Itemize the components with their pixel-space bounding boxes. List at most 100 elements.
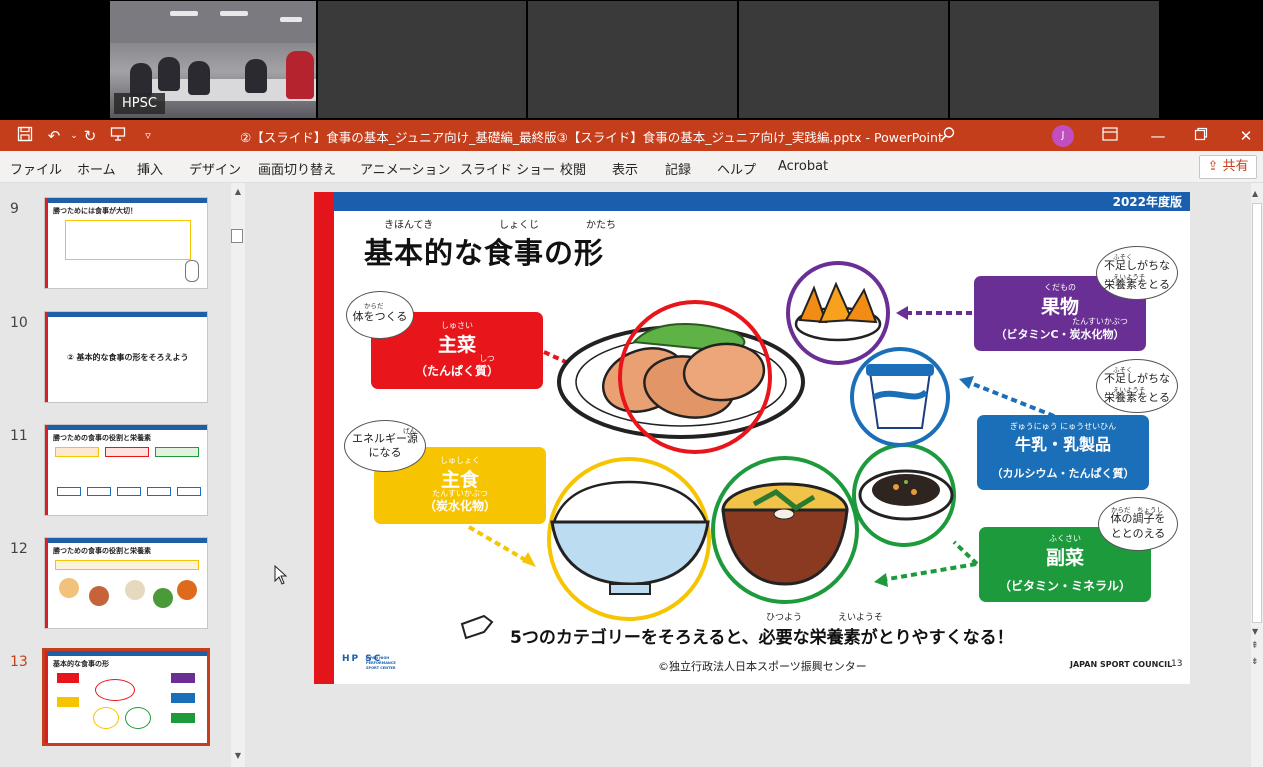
bubble-fruit-need: ふそく 不足しがちな えいようそ 栄養素をとる (1096, 246, 1178, 300)
page-number: 13 (1171, 659, 1183, 669)
previous-slide-icon[interactable]: ⇞ (1251, 641, 1259, 651)
thumbnail-row[interactable]: 12 勝つための食事の役割と栄養素 (0, 535, 232, 631)
tab-transitions[interactable]: 画面切り替え (258, 159, 336, 178)
thumb-category-box (57, 673, 79, 683)
thumbnail-row[interactable]: 11 勝つための食事の役割と栄養素 (0, 422, 232, 518)
thumb-food-image (125, 580, 145, 600)
participant-video-empty[interactable] (950, 1, 1159, 118)
tab-help[interactable]: ヘルプ (717, 159, 756, 178)
restore-icon[interactable] (1191, 126, 1211, 146)
scroll-up-icon[interactable]: ▲ (233, 187, 243, 197)
category-name: 牛乳・乳製品 (1014, 435, 1111, 454)
tab-design[interactable]: デザイン (189, 159, 241, 178)
thumb-food-image (93, 707, 119, 729)
slide-thumbnail[interactable]: 勝つためには食事が大切！ (44, 197, 208, 289)
bubble-energy: げん エネルギー源 になる (344, 420, 426, 472)
ribbon-display-options-icon[interactable] (1100, 126, 1120, 146)
bubble-condition: からだ ちょうし 体の調子を ととのえる (1098, 497, 1178, 551)
next-slide-icon[interactable]: ⇟ (1251, 657, 1259, 667)
tab-slideshow[interactable]: スライド ショー (460, 159, 555, 178)
tab-animations[interactable]: アニメーション (360, 159, 450, 178)
logo-text: JAPAN HIGH PERFORMANCE SPORT CENTER (366, 656, 396, 670)
thumb-content-box (55, 447, 99, 457)
participant-video-empty[interactable] (318, 1, 526, 118)
bubble-body: からだ 体をつくる (346, 291, 414, 339)
category-dairy: ぎゅうにゅう にゅうせいひん 牛乳・乳製品 （カルシウム・たんぱく質） (977, 415, 1149, 490)
participant-video-empty[interactable] (739, 1, 948, 118)
tab-review[interactable]: 校閲 (560, 159, 586, 178)
slide-thumbnail[interactable]: 勝つための食事の役割と栄養素 (44, 424, 208, 516)
key-message: 5つのカテゴリーをそろえると、必要な栄養素がとりやすくなる！ (510, 628, 1014, 648)
bubble-text: ととのえる (1110, 527, 1166, 540)
powerpoint-titlebar: ↶ ⌄ ↻ ▿ ②【スライド】食事の基本_ジュニア向け_基礎編_最終版③【スライ… (0, 120, 1263, 151)
category-nutrient: （ビタミン・ミネラル） (998, 579, 1131, 593)
thumb-food-image (177, 580, 197, 600)
thumb-category-box (171, 713, 195, 723)
camera-scene-light (170, 11, 198, 16)
scroll-up-icon[interactable]: ▲ (1252, 189, 1258, 198)
thumb-header-bar (45, 425, 207, 430)
arrow-dairy (967, 380, 1055, 418)
thumb-category-box (171, 693, 195, 703)
current-slide[interactable]: 2022年度版 きほんてき しょくじ かたち 基本的な食事の形 しゅさい 主菜 … (314, 192, 1190, 684)
save-icon[interactable] (15, 126, 35, 146)
editor-vertical-scrollbar[interactable]: ▲ ▼ ⇞ ⇟ (1251, 183, 1263, 767)
undo-icon[interactable]: ↶ (44, 126, 64, 146)
thumbnail-row[interactable]: 10 ② 基本的な食事の形をそろえよう (0, 309, 232, 405)
bubble-dairy-need: ふそく 不足しがちな えいようそ 栄養素をとる (1096, 359, 1178, 413)
tab-file[interactable]: ファイル (10, 159, 62, 178)
tab-insert[interactable]: 挿入 (137, 159, 163, 178)
scroll-down-icon[interactable]: ▼ (233, 751, 243, 761)
category-nutrient: （ビタミンC・炭水化物） (995, 328, 1125, 341)
search-icon[interactable] (938, 126, 958, 146)
close-icon[interactable]: ✕ (1236, 126, 1256, 146)
arrow-head (874, 573, 888, 587)
thumbnail-title: 基本的な食事の形 (53, 660, 109, 668)
pointing-hand-icon (460, 614, 494, 640)
tab-acrobat[interactable]: Acrobat (778, 159, 828, 174)
rice-bowl (550, 520, 710, 586)
tab-home[interactable]: ホーム (77, 159, 116, 178)
camera-scene-person (286, 51, 314, 99)
thumb-food-image (153, 588, 173, 608)
participant-name: HPSC (114, 93, 165, 114)
slide-thumbnail-selected[interactable]: 基本的な食事の形 (42, 648, 210, 746)
screen: HPSC ↶ ⌄ ↻ ▿ ②【スライド】食事の基本_ジュニア向け_基礎編_最終版… (0, 0, 1263, 767)
thumbnail-scrollbar[interactable]: ▲ ▼ (231, 183, 245, 767)
scroll-thumb[interactable] (1252, 203, 1262, 623)
thumb-food-image (89, 586, 109, 606)
slide-number: 11 (10, 428, 28, 444)
participant-video-hpsc[interactable]: HPSC (110, 1, 316, 118)
arrow-side-dish-2 (952, 540, 979, 566)
thumbnail-title: 勝つための食事の役割と栄養素 (53, 547, 151, 555)
user-avatar[interactable]: J (1052, 125, 1074, 147)
thumb-content-box (177, 487, 201, 496)
slide-thumbnail[interactable]: 勝つための食事の役割と栄養素 (44, 537, 208, 629)
arrow-head (896, 306, 908, 320)
thumbnail-row-selected[interactable]: 13 基本的な食事の形 (0, 648, 232, 746)
slide-number: 10 (10, 315, 28, 331)
tab-record[interactable]: 記録 (665, 159, 691, 178)
thumb-food-image (95, 679, 135, 701)
scroll-thumb[interactable] (231, 229, 243, 243)
share-icon: ⇪ (1207, 159, 1223, 174)
thumbnail-title: ② 基本的な食事の形をそろえよう (67, 353, 189, 362)
thumb-content-box (57, 487, 81, 496)
soup-bowl (721, 508, 849, 586)
share-label: 共有 (1222, 159, 1249, 174)
minimize-icon[interactable]: — (1148, 126, 1168, 146)
redo-icon[interactable]: ↻ (80, 126, 100, 146)
thumb-content-box (155, 447, 199, 457)
slide-thumbnail[interactable]: ② 基本的な食事の形をそろえよう (44, 311, 208, 403)
camera-scene-person (188, 61, 210, 95)
present-icon[interactable] (108, 126, 128, 146)
thumbnail-row[interactable]: 9 勝つためには食事が大切！ (0, 195, 232, 291)
share-button[interactable]: ⇪ 共有 (1199, 155, 1257, 179)
category-nutrient: （カルシウム・たんぱく質） (991, 467, 1135, 480)
scroll-down-icon[interactable]: ▼ (1252, 627, 1258, 636)
tab-view[interactable]: 表示 (612, 159, 638, 178)
document-title: ②【スライド】食事の基本_ジュニア向け_基礎編_最終版③【スライド】食事の基本_… (240, 130, 943, 145)
thumb-side-bar (45, 198, 48, 288)
participant-video-empty[interactable] (528, 1, 737, 118)
customize-toolbar-icon[interactable]: ▿ (138, 126, 158, 146)
